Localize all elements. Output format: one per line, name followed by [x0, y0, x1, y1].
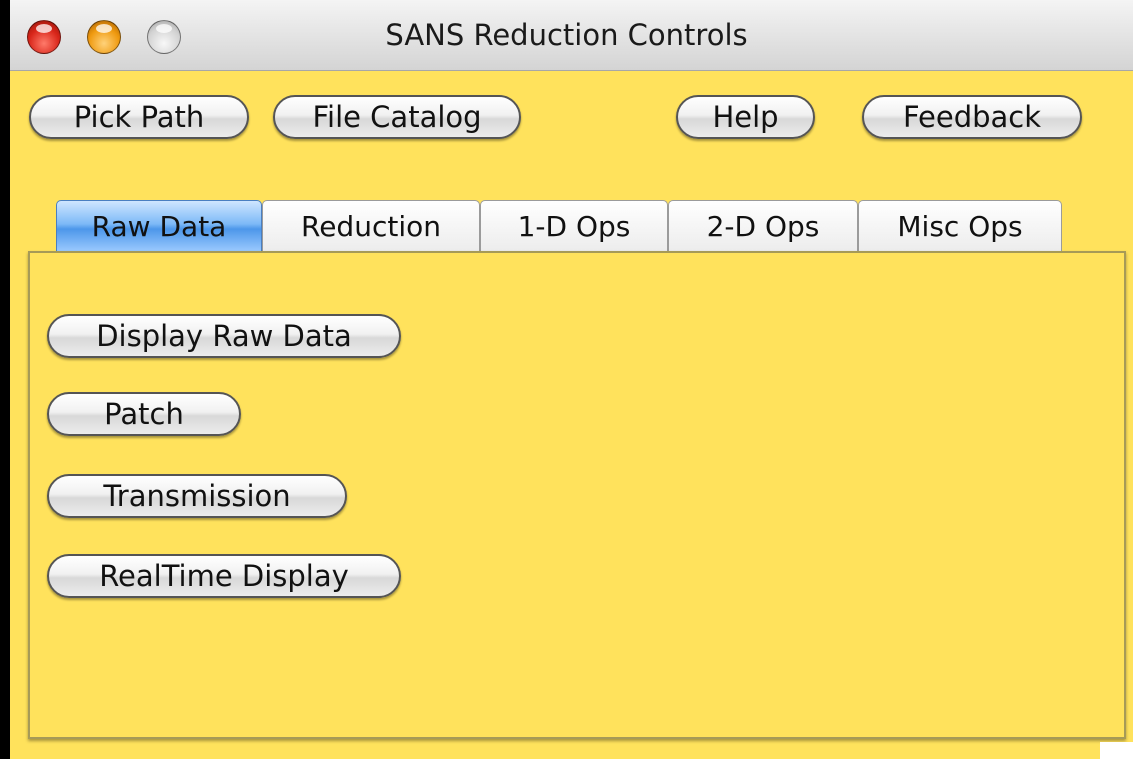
- window-title: SANS Reduction Controls: [385, 18, 748, 52]
- window-left-border: [0, 0, 10, 759]
- file-catalog-button[interactable]: File Catalog: [273, 95, 521, 139]
- title-bar[interactable]: SANS Reduction Controls: [0, 0, 1133, 71]
- tab-1d-ops[interactable]: 1-D Ops: [480, 200, 668, 252]
- sans-reduction-window: SANS Reduction Controls Pick Path File C…: [0, 0, 1133, 759]
- patch-button[interactable]: Patch: [47, 392, 241, 436]
- feedback-button[interactable]: Feedback: [862, 95, 1082, 139]
- tab-misc-ops[interactable]: Misc Ops: [858, 200, 1062, 252]
- tab-reduction[interactable]: Reduction: [262, 200, 480, 252]
- help-button[interactable]: Help: [676, 95, 815, 139]
- display-raw-data-button[interactable]: Display Raw Data: [47, 314, 401, 358]
- tab-2d-ops[interactable]: 2-D Ops: [668, 200, 858, 252]
- pick-path-button[interactable]: Pick Path: [29, 95, 249, 139]
- realtime-display-button[interactable]: RealTime Display: [47, 554, 401, 598]
- window-corner: [1100, 742, 1133, 759]
- tab-raw-data[interactable]: Raw Data: [56, 200, 262, 252]
- transmission-button[interactable]: Transmission: [47, 474, 347, 518]
